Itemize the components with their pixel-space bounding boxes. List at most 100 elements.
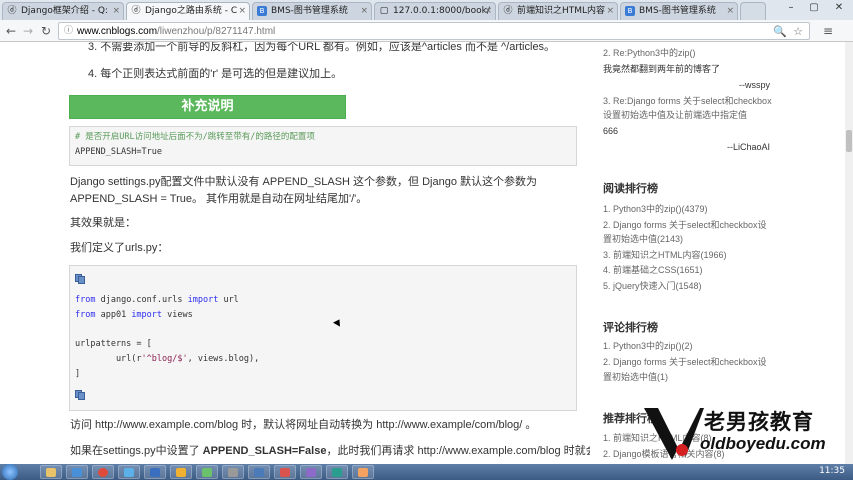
taskbar-app[interactable]	[222, 465, 244, 479]
code-block-2: from django.conf.urls import url from ap…	[69, 265, 577, 411]
recent-comment-body: 666	[603, 126, 619, 136]
supplement-heading: 补充说明	[69, 95, 346, 119]
tab-label: Django之路由系统 - C	[145, 6, 238, 16]
taskbar-app[interactable]	[170, 465, 192, 479]
taskbar-app[interactable]	[248, 465, 270, 479]
tab-3[interactable]: B BMS-图书管理系统 ×	[252, 2, 372, 20]
code-comment: # 是否开启URL访问地址后面不为/跳转至带有/的路径的配置项	[75, 132, 315, 142]
close-icon[interactable]: ×	[112, 3, 120, 19]
taskbar-app[interactable]	[196, 465, 218, 479]
bms-icon: B	[257, 6, 267, 16]
code-string: '^blog/$'	[141, 354, 188, 364]
close-icon[interactable]: ×	[360, 3, 368, 19]
copy-code-icon[interactable]	[75, 274, 87, 284]
tab-label: Django框架介绍 - Q:	[21, 6, 108, 16]
code-line: APPEND_SLASH=True	[75, 147, 162, 157]
read-rank-item-cont[interactable]: 置初始选中值(2143)	[603, 232, 683, 246]
logo-icon: ⓓ	[131, 6, 141, 16]
comment-rank-item[interactable]: 1. Python3中的zip()(2)	[603, 339, 693, 353]
logo-icon: ⓓ	[7, 6, 17, 16]
close-icon[interactable]: ×	[238, 3, 246, 19]
code-text: , views.blog),	[187, 354, 260, 364]
code-keyword: import	[131, 310, 163, 320]
recent-comment-author: --LiChaoAI	[726, 142, 770, 152]
tab-label: 前端知识之HTML内容	[517, 6, 606, 16]
taskbar-app[interactable]	[92, 465, 114, 479]
tab-5[interactable]: ⓓ 前端知识之HTML内容 ×	[498, 2, 618, 20]
paragraph-5: 如果在settings.py中设置了 APPEND_SLASH=False，此时…	[70, 444, 590, 459]
tab-strip: ⓓ Django框架介绍 - Q: × ⓓ Django之路由系统 - C × …	[0, 0, 853, 20]
taskbar-app[interactable]	[326, 465, 348, 479]
read-rank-item[interactable]: 5. jQuery快速入门(1548)	[603, 279, 702, 293]
code-line: ]	[75, 369, 81, 379]
page-icon: ▢	[379, 6, 389, 16]
tab-2[interactable]: ⓓ Django之路由系统 - C ×	[126, 2, 250, 20]
maximize-icon[interactable]: ▢	[803, 0, 825, 18]
menu-icon[interactable]: ≡	[820, 23, 836, 39]
code-line: url(r'^blog/$', views.blog),	[75, 353, 259, 365]
taskbar-app[interactable]	[300, 465, 322, 479]
taskbar-clock[interactable]: 11:35	[819, 466, 845, 476]
recent-comment-title-cont[interactable]: 设置初始选中值及让前端选中指定值	[603, 108, 747, 122]
code-module: django.conf.urls	[95, 295, 188, 305]
paragraph-1-line-1: Django settings.py配置文件中默认没有 APPEND_SLASH…	[70, 176, 538, 188]
paragraph-4: 访问 http://www.example.com/blog 时，默认将网址自动…	[70, 419, 537, 431]
list-item-4: 4. 每个正则表达式前面的'r' 是可选的但是建议加上。	[88, 68, 343, 80]
start-button[interactable]	[2, 464, 18, 480]
code-module: app01	[95, 310, 132, 320]
read-rank-heading: 阅读排行榜	[603, 183, 658, 195]
recent-comment-body: 我竟然都翻到两年前的博客了	[603, 64, 721, 74]
tab-label: BMS-图书管理系统	[271, 6, 348, 16]
address-bar[interactable]: ⓘ www.cnblogs.com/liwenzhou/p/8271147.ht…	[58, 22, 810, 40]
code-block-1: # 是否开启URL访问地址后面不为/跳转至带有/的路径的配置项 APPEND_S…	[69, 126, 577, 166]
watermark-logo: 老男孩教育 oldboyedu.com	[640, 404, 845, 462]
paragraph-5-text: 如果在settings.py中设置了	[70, 445, 203, 457]
tab-4[interactable]: ▢ 127.0.0.1:8000/book/ ×	[374, 2, 496, 20]
reload-icon[interactable]: ↻	[38, 23, 54, 39]
forward-icon[interactable]: →	[20, 23, 36, 39]
code-name: views	[162, 310, 193, 320]
code-line: from django.conf.urls import url	[75, 294, 239, 306]
close-icon[interactable]: ×	[606, 3, 614, 19]
recent-comment-title[interactable]: 3. Re:Django forms 关于select和checkbox	[603, 94, 772, 108]
comment-rank-item[interactable]: 2. Django forms 关于select和checkbox设	[603, 355, 767, 369]
window-close-icon[interactable]: ✕	[828, 0, 850, 18]
scrollbar-thumb[interactable]	[846, 130, 852, 152]
code-text: url(r	[75, 354, 142, 364]
taskbar-app[interactable]	[274, 465, 296, 479]
copy-code-icon[interactable]	[75, 390, 87, 400]
recent-comment-title[interactable]: 2. Re:Python3中的zip()	[603, 46, 696, 60]
paragraph-5-text: ，此时我们再请求 http://www.example.com/blog 时就会…	[326, 445, 590, 457]
taskbar-app[interactable]	[118, 465, 140, 479]
code-keyword: import	[187, 295, 219, 305]
close-icon[interactable]: ×	[484, 3, 492, 19]
bms-icon: B	[625, 6, 635, 16]
read-rank-item[interactable]: 4. 前端基础之CSS(1651)	[603, 263, 703, 277]
logo-icon: ⓓ	[503, 6, 513, 16]
watermark-cn: 老男孩教育	[704, 410, 814, 434]
back-icon[interactable]: ←	[3, 23, 19, 39]
comment-rank-item-cont[interactable]: 置初始选中值(1)	[603, 370, 668, 384]
page-info-icon[interactable]: ⓘ	[64, 26, 74, 36]
read-rank-item[interactable]: 3. 前端知识之HTML内容(1966)	[603, 248, 727, 262]
minimize-icon[interactable]: –	[780, 0, 802, 18]
close-icon[interactable]: ×	[726, 3, 734, 19]
code-line: urlpatterns = [	[75, 339, 152, 349]
paragraph-2: 其效果就是：	[70, 217, 136, 229]
taskbar-app[interactable]	[144, 465, 166, 479]
taskbar-app[interactable]	[66, 465, 88, 479]
taskbar-app[interactable]	[352, 465, 374, 479]
url-host: www.cnblogs.com	[77, 26, 158, 37]
zoom-icon[interactable]: 🔍	[773, 25, 787, 38]
page-scrollbar[interactable]	[845, 42, 853, 464]
bookmark-star-icon[interactable]: ☆	[793, 25, 803, 38]
read-rank-item[interactable]: 2. Django forms 关于select和checkbox设	[603, 218, 767, 232]
code-keyword: from	[75, 310, 96, 320]
url-text: www.cnblogs.com/liwenzhou/p/8271147.html	[77, 25, 275, 38]
tab-1[interactable]: ⓓ Django框架介绍 - Q: ×	[2, 2, 124, 20]
code-keyword: from	[75, 295, 96, 305]
read-rank-item[interactable]: 1. Python3中的zip()(4379)	[603, 202, 708, 216]
new-tab-button[interactable]	[740, 2, 766, 20]
tab-6[interactable]: B BMS-图书管理系统 ×	[620, 2, 738, 20]
taskbar-app[interactable]	[40, 465, 62, 479]
